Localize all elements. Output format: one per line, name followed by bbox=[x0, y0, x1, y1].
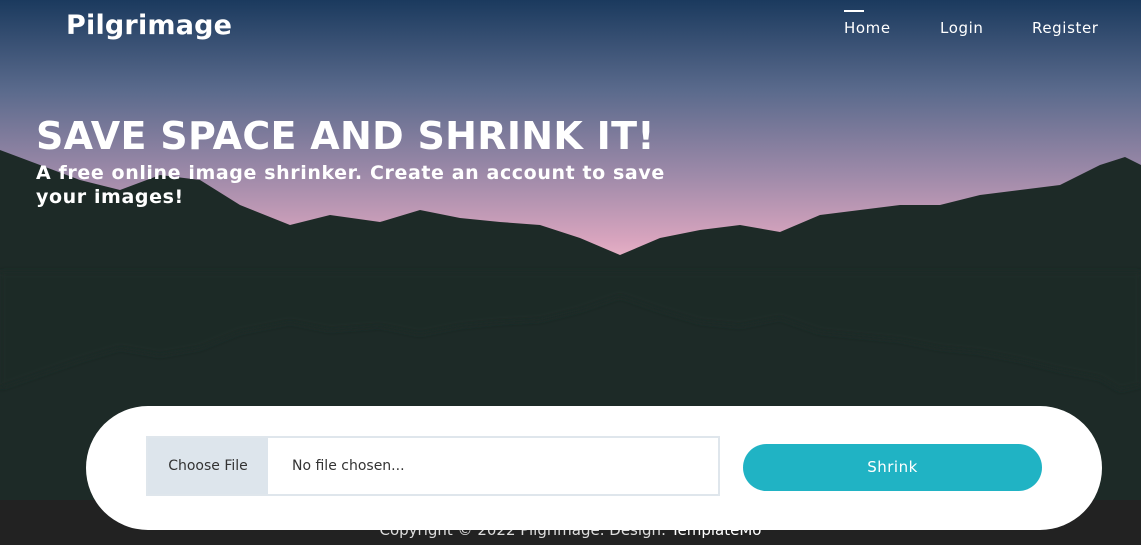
choose-file-button[interactable]: Choose File bbox=[148, 438, 268, 494]
nav-login-link[interactable]: Login bbox=[940, 19, 983, 37]
hero-subheadline: A free online image shrinker. Create an … bbox=[36, 162, 665, 208]
nav-home-link[interactable]: Home bbox=[844, 10, 891, 37]
nav-register-link[interactable]: Register bbox=[1032, 19, 1099, 37]
navbar: Pilgrimage Home Login Register bbox=[0, 0, 1141, 58]
shrink-button[interactable]: Shrink bbox=[743, 444, 1042, 491]
hero-headline: SAVE SPACE AND SHRINK IT! bbox=[36, 114, 655, 158]
file-input[interactable]: Choose File No file chosen... bbox=[146, 436, 720, 496]
brand-logo[interactable]: Pilgrimage bbox=[66, 10, 232, 41]
file-status-text: No file chosen... bbox=[292, 458, 405, 474]
upload-form: Choose File No file chosen... Shrink bbox=[86, 406, 1102, 530]
